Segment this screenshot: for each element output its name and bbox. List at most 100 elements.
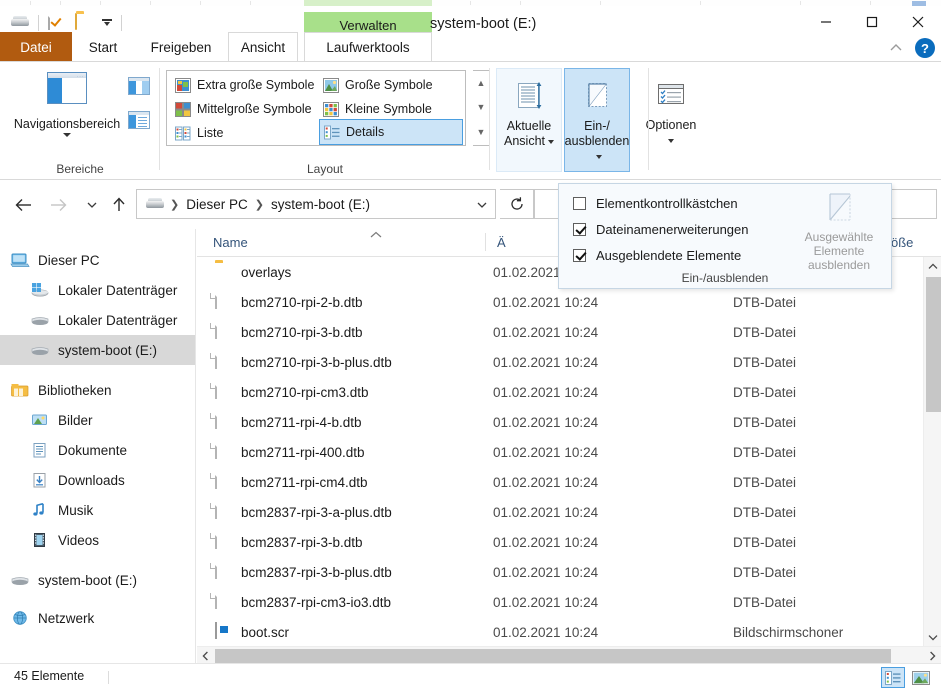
- table-row[interactable]: bcm2837-rpi-cm3-io3.dtb 01.02.2021 10:24…: [197, 587, 923, 617]
- vertical-scroll-thumb[interactable]: [926, 277, 941, 412]
- menu-item-elementkontrollkaestchen[interactable]: Elementkontrollkästchen: [573, 191, 738, 215]
- file-name: bcm2711-rpi-400.dtb: [241, 444, 365, 460]
- view-option-medium[interactable]: Mittelgroße Symbole: [171, 97, 316, 121]
- table-row[interactable]: bcm2710-rpi-3-b.dtb 01.02.2021 10:24 DTB…: [197, 317, 923, 347]
- table-row[interactable]: bcm2710-rpi-2-b.dtb 01.02.2021 10:24 DTB…: [197, 287, 923, 317]
- view-option-label: Kleine Symbole: [345, 102, 432, 116]
- menu-item-dateinamenerweiterungen[interactable]: Dateinamenerweiterungen: [573, 217, 748, 241]
- scroll-down-icon[interactable]: [924, 628, 941, 646]
- tab-freigeben[interactable]: Freigeben: [134, 32, 228, 62]
- ribbon-body: ··· Navigationsbereich Bereiche Extra gr…: [0, 62, 941, 180]
- sidebar-item-bibliotheken[interactable]: Bibliotheken: [0, 375, 195, 405]
- navigation-pane-label: Navigationsbereich: [13, 117, 121, 131]
- sidebar-item-label: Dokumente: [58, 442, 128, 458]
- address-dropdown-icon[interactable]: [475, 199, 489, 214]
- sidebar-item-system-boot-e-root[interactable]: system-boot (E:): [0, 565, 195, 595]
- chevron-down-icon[interactable]: [63, 133, 71, 137]
- address-bar[interactable]: ❯ Dieser PC ❯ system-boot (E:): [136, 189, 496, 219]
- file-name: bcm2710-rpi-cm3.dtb: [241, 384, 369, 400]
- large-icons-view-toggle[interactable]: [909, 667, 933, 688]
- ribbon-right-controls: ?: [887, 38, 935, 58]
- back-button[interactable]: [10, 193, 38, 217]
- gallery-scroll-up-icon[interactable]: ▲: [477, 78, 486, 88]
- column-header-name[interactable]: Name: [205, 229, 483, 256]
- recent-locations-button[interactable]: [80, 193, 104, 217]
- tab-laufwerktools[interactable]: Laufwerktools: [304, 32, 432, 63]
- sidebar-item-dieser-pc[interactable]: Dieser PC: [0, 245, 195, 275]
- sidebar-item-videos[interactable]: Videos: [0, 525, 195, 555]
- forward-button[interactable]: [44, 193, 72, 217]
- view-option-large[interactable]: Große Symbole: [319, 73, 463, 97]
- navigation-pane: Dieser PC Lokaler Datenträger Lokaler Da…: [0, 229, 196, 663]
- list-view-icon: [175, 126, 191, 141]
- chevron-down-icon[interactable]: [595, 154, 602, 159]
- tab-datei[interactable]: Datei: [0, 32, 72, 62]
- details-pane-button[interactable]: [128, 108, 154, 132]
- refresh-button[interactable]: [500, 189, 534, 219]
- sidebar-item-netzwerk[interactable]: Netzwerk: [0, 603, 195, 633]
- gallery-scroll-down-icon[interactable]: ▼: [477, 103, 486, 112]
- vertical-scrollbar[interactable]: [923, 257, 941, 646]
- sidebar-item-bilder[interactable]: Bilder: [0, 405, 195, 435]
- sidebar-item-lokaler-datentraeger-d[interactable]: Lokaler Datenträger: [0, 305, 195, 335]
- chevron-down-icon[interactable]: [667, 138, 674, 143]
- chevron-up-icon[interactable]: [887, 39, 905, 57]
- view-option-small[interactable]: Kleine Symbole: [319, 97, 463, 121]
- sidebar-item-downloads[interactable]: Downloads: [0, 465, 195, 495]
- view-option-extra-large[interactable]: Extra große Symbole: [171, 73, 316, 97]
- new-folder-icon[interactable]: [75, 13, 94, 32]
- horizontal-scrollbar[interactable]: [197, 646, 941, 663]
- menu-item-ausgeblendete-elemente[interactable]: Ausgeblendete Elemente: [573, 243, 741, 267]
- file-icon: [215, 562, 231, 581]
- pc-icon: [10, 252, 30, 269]
- navigation-pane-button[interactable]: ··· Navigationsbereich: [8, 70, 126, 156]
- table-row[interactable]: bcm2837-rpi-3-b-plus.dtb 01.02.2021 10:2…: [197, 557, 923, 587]
- checkbox-ausgeblendete-elemente[interactable]: [573, 248, 586, 262]
- sidebar-item-musik[interactable]: Musik: [0, 495, 195, 525]
- column-divider[interactable]: [485, 233, 486, 251]
- ein-ausblenden-button[interactable]: Ein-/ ausblenden: [564, 68, 630, 172]
- table-row[interactable]: bcm2710-rpi-cm3.dtb 01.02.2021 10:24 DTB…: [197, 377, 923, 407]
- properties-icon[interactable]: [48, 13, 67, 32]
- table-row[interactable]: bcm2710-rpi-3-b-plus.dtb 01.02.2021 10:2…: [197, 347, 923, 377]
- scroll-up-icon[interactable]: [924, 257, 941, 275]
- tab-label-laufwerktools: Laufwerktools: [326, 40, 410, 55]
- preview-pane-button[interactable]: [128, 74, 154, 98]
- horizontal-scroll-thumb[interactable]: [215, 649, 891, 663]
- breadcrumb-dieser-pc[interactable]: Dieser PC: [184, 197, 250, 212]
- qat-divider-2: [121, 15, 122, 31]
- column-header-date[interactable]: Ä: [489, 229, 529, 256]
- sidebar-item-system-boot-e[interactable]: system-boot (E:): [0, 335, 195, 365]
- help-icon[interactable]: ?: [915, 38, 935, 58]
- breadcrumb-system-boot[interactable]: system-boot (E:): [269, 197, 372, 212]
- checkbox-dateinamenerweiterungen[interactable]: [573, 222, 586, 236]
- layout-gallery-scrollbar[interactable]: ▲ ▼ ▼: [473, 70, 490, 146]
- chevron-down-icon[interactable]: [548, 139, 554, 144]
- scroll-right-icon[interactable]: [924, 647, 941, 663]
- scroll-left-icon[interactable]: [197, 647, 214, 663]
- checkbox-elementkontrollkaestchen[interactable]: [573, 196, 586, 210]
- table-row[interactable]: bcm2711-rpi-cm4.dtb 01.02.2021 10:24 DTB…: [197, 467, 923, 497]
- file-date: 01.02.2021 10:24: [493, 624, 599, 640]
- up-button[interactable]: [106, 193, 132, 217]
- table-row[interactable]: bcm2711-rpi-400.dtb 01.02.2021 10:24 DTB…: [197, 437, 923, 467]
- table-row[interactable]: bcm2837-rpi-3-a-plus.dtb 01.02.2021 10:2…: [197, 497, 923, 527]
- sidebar-item-lokaler-datentraeger-c[interactable]: Lokaler Datenträger: [0, 275, 195, 305]
- tab-start[interactable]: Start: [72, 32, 134, 62]
- contextual-tab-label: Verwalten: [339, 17, 397, 33]
- gallery-more-icon[interactable]: ▼: [477, 128, 486, 137]
- table-row[interactable]: boot.scr 01.02.2021 10:24 Bildschirmscho…: [197, 617, 923, 646]
- file-date: 01.02.2021 10:24: [493, 504, 599, 520]
- table-row[interactable]: bcm2711-rpi-4-b.dtb 01.02.2021 10:24 DTB…: [197, 407, 923, 437]
- view-option-list[interactable]: Liste: [171, 121, 316, 145]
- file-date: 01.02.2021 10:24: [493, 324, 599, 340]
- aktuelle-ansicht-button[interactable]: Aktuelle Ansicht: [496, 68, 562, 172]
- drive-icon[interactable]: [10, 14, 29, 32]
- tab-ansicht[interactable]: Ansicht: [228, 32, 298, 63]
- view-option-details[interactable]: Details: [319, 119, 463, 145]
- table-row[interactable]: bcm2837-rpi-3-b.dtb 01.02.2021 10:24 DTB…: [197, 527, 923, 557]
- details-view-toggle[interactable]: [881, 667, 905, 688]
- customize-icon[interactable]: [102, 18, 112, 28]
- sidebar-item-dokumente[interactable]: Dokumente: [0, 435, 195, 465]
